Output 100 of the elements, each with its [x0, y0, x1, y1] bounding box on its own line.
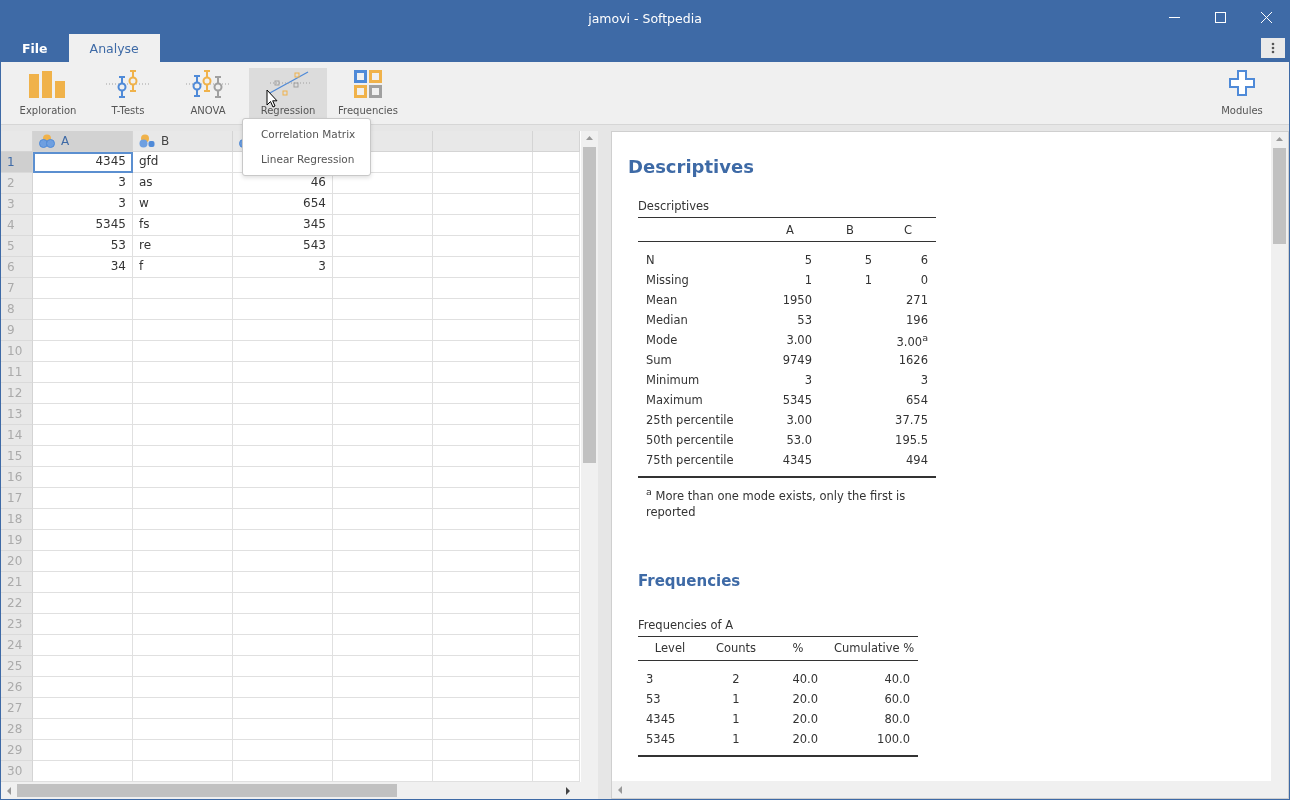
empty-cell[interactable]	[233, 467, 333, 488]
empty-cell[interactable]	[433, 404, 533, 425]
empty-cell[interactable]	[133, 278, 233, 299]
empty-cell[interactable]	[433, 152, 533, 173]
empty-cell[interactable]	[333, 635, 433, 656]
scrollbar-thumb[interactable]	[1273, 148, 1286, 244]
table-cell[interactable]: 53	[33, 236, 133, 257]
modules-button[interactable]: Modules	[1203, 68, 1281, 120]
empty-cell[interactable]	[333, 509, 433, 530]
table-cell[interactable]: 5345	[33, 215, 133, 236]
empty-cell[interactable]	[233, 383, 333, 404]
column-header[interactable]: B	[133, 131, 233, 152]
table-cell[interactable]: gfd	[133, 152, 233, 173]
table-cell[interactable]: 4345	[33, 152, 133, 173]
empty-cell[interactable]	[133, 572, 233, 593]
empty-cell[interactable]	[533, 152, 580, 173]
empty-cell[interactable]	[533, 740, 580, 761]
empty-cell[interactable]	[533, 488, 580, 509]
ribbon-button[interactable]: Frequencies	[329, 68, 407, 120]
empty-cell[interactable]	[333, 740, 433, 761]
empty-cell[interactable]	[333, 677, 433, 698]
empty-cell[interactable]	[533, 446, 580, 467]
table-cell[interactable]: 34	[33, 257, 133, 278]
empty-cell[interactable]	[433, 320, 533, 341]
empty-cell[interactable]	[433, 530, 533, 551]
empty-cell[interactable]	[133, 488, 233, 509]
empty-cell[interactable]	[133, 425, 233, 446]
empty-cell[interactable]	[533, 194, 580, 215]
empty-cell[interactable]	[533, 278, 580, 299]
empty-cell[interactable]	[333, 719, 433, 740]
vertical-scrollbar[interactable]	[1271, 132, 1288, 781]
menu-item[interactable]: Correlation Matrix	[243, 122, 370, 147]
empty-cell[interactable]	[533, 509, 580, 530]
empty-cell[interactable]	[333, 278, 433, 299]
empty-cell[interactable]	[233, 572, 333, 593]
table-cell[interactable]: 3	[233, 257, 333, 278]
empty-cell[interactable]	[233, 488, 333, 509]
ribbon-button[interactable]: Exploration	[9, 68, 87, 120]
empty-cell[interactable]	[433, 194, 533, 215]
empty-cell[interactable]	[133, 719, 233, 740]
table-cell[interactable]: fs	[133, 215, 233, 236]
empty-cell[interactable]	[233, 446, 333, 467]
header-corner[interactable]	[1, 131, 33, 152]
empty-cell[interactable]	[133, 467, 233, 488]
empty-cell[interactable]	[433, 719, 533, 740]
empty-cell[interactable]	[133, 551, 233, 572]
empty-cell[interactable]	[533, 467, 580, 488]
empty-cell[interactable]	[333, 593, 433, 614]
empty-cell[interactable]	[433, 278, 533, 299]
empty-cell[interactable]	[133, 320, 233, 341]
menu-tab[interactable]: Analyse	[68, 34, 160, 62]
more-options-button[interactable]	[1261, 38, 1285, 58]
empty-cell[interactable]	[233, 299, 333, 320]
empty-cell[interactable]	[233, 278, 333, 299]
empty-cell[interactable]	[333, 551, 433, 572]
empty-cell[interactable]	[533, 656, 580, 677]
empty-cell[interactable]	[433, 446, 533, 467]
empty-cell[interactable]	[233, 404, 333, 425]
empty-cell[interactable]	[533, 362, 580, 383]
empty-cell[interactable]	[233, 425, 333, 446]
empty-cell[interactable]	[533, 257, 580, 278]
empty-cell[interactable]	[233, 509, 333, 530]
empty-cell[interactable]	[333, 425, 433, 446]
empty-cell[interactable]	[333, 236, 433, 257]
empty-cell[interactable]	[333, 530, 433, 551]
empty-cell[interactable]	[333, 194, 433, 215]
empty-cell[interactable]	[333, 467, 433, 488]
empty-cell[interactable]	[533, 614, 580, 635]
empty-cell[interactable]	[333, 215, 433, 236]
empty-cell[interactable]	[233, 341, 333, 362]
empty-cell[interactable]	[433, 215, 533, 236]
empty-cell[interactable]	[533, 341, 580, 362]
empty-cell[interactable]	[433, 677, 533, 698]
empty-cell[interactable]	[333, 488, 433, 509]
empty-cell[interactable]	[533, 719, 580, 740]
empty-cell[interactable]	[233, 551, 333, 572]
empty-cell[interactable]	[333, 404, 433, 425]
empty-cell[interactable]	[433, 698, 533, 719]
table-cell[interactable]: 3	[33, 173, 133, 194]
empty-cell[interactable]	[433, 593, 533, 614]
empty-cell[interactable]	[233, 740, 333, 761]
empty-cell[interactable]	[533, 173, 580, 194]
menu-item[interactable]: Linear Regression	[243, 147, 370, 172]
scrollbar-thumb[interactable]	[17, 784, 397, 797]
empty-cell[interactable]	[133, 299, 233, 320]
empty-cell[interactable]	[133, 656, 233, 677]
empty-cell[interactable]	[433, 572, 533, 593]
empty-cell[interactable]	[133, 614, 233, 635]
scrollbar-thumb[interactable]	[583, 147, 596, 463]
empty-cell[interactable]	[533, 635, 580, 656]
table-cell[interactable]: 345	[233, 215, 333, 236]
empty-cell[interactable]	[233, 656, 333, 677]
empty-cell[interactable]	[433, 509, 533, 530]
ribbon-button[interactable]: T-Tests	[89, 68, 167, 120]
vertical-scrollbar[interactable]	[581, 131, 598, 782]
empty-cell[interactable]	[433, 656, 533, 677]
horizontal-scrollbar[interactable]	[1, 782, 598, 799]
empty-cell[interactable]	[533, 383, 580, 404]
menu-tab[interactable]: File	[1, 34, 69, 62]
empty-cell[interactable]	[133, 677, 233, 698]
